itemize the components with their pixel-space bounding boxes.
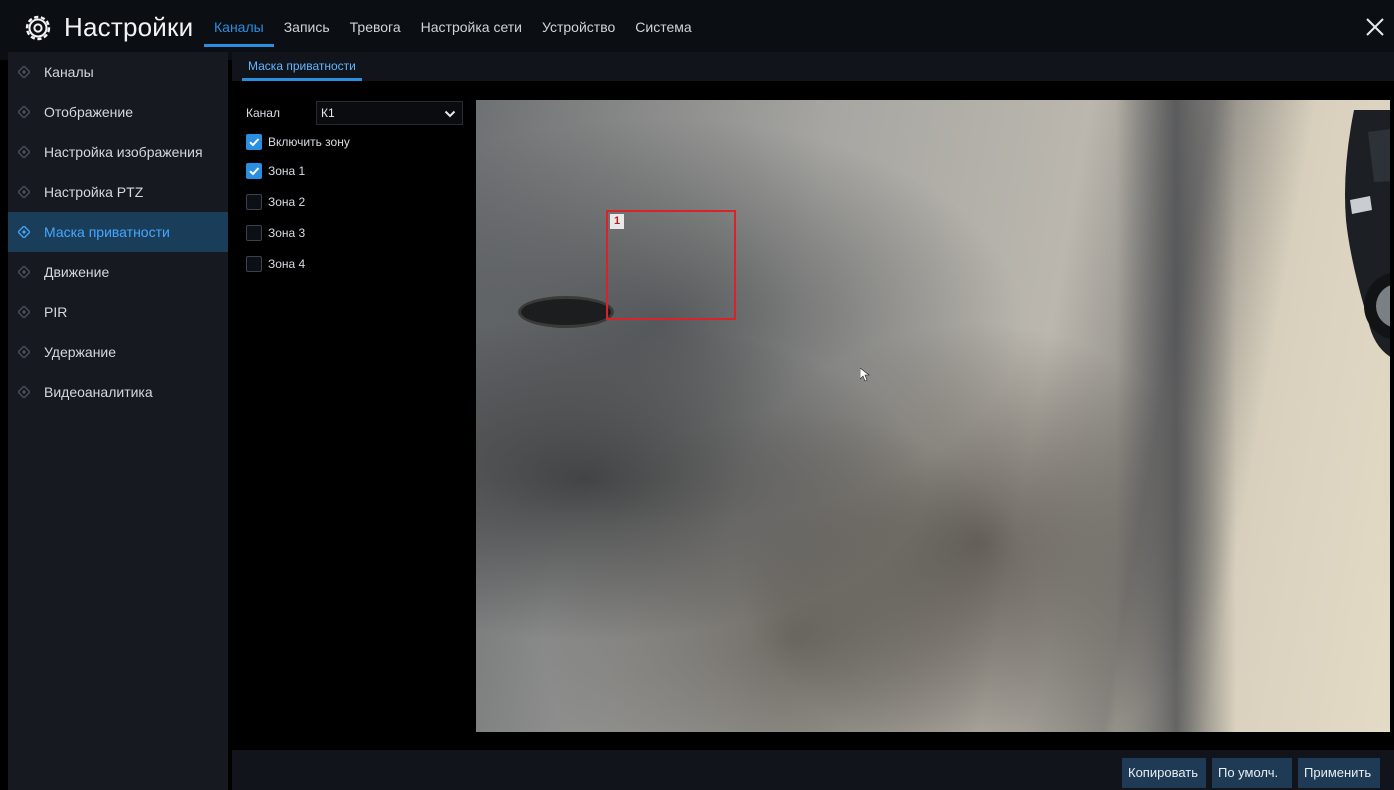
tab-privacy-mask[interactable]: Маска приватности [242,52,362,81]
sidebar-item-label: Отображение [44,104,134,120]
checkbox-label: Зона 3 [268,225,306,240]
checkbox-unchecked-icon [246,193,262,210]
diamond-icon [18,226,30,238]
channel-select[interactable]: К1 [316,101,463,125]
main-tabs: Каналы Запись Тревога Настройка сети Уст… [204,0,702,47]
mask-form: Канал К1 Включить зону Зона 1 Зона 2 Зон… [246,100,466,279]
sidebar-item-motion[interactable]: Движение [8,252,228,292]
zone-4-checkbox[interactable]: Зона 4 [246,248,466,279]
tab-channels[interactable]: Каналы [204,0,274,47]
checkbox-checked-icon [246,162,262,179]
chevron-down-icon [444,110,456,118]
sidebar-item-display[interactable]: Отображение [8,92,228,132]
sidebar-item-privacy-mask[interactable]: Маска приватности [8,212,228,252]
footer-bar: Копировать По умолч. Применить [232,750,1394,790]
privacy-zone-1[interactable]: 1 [606,210,736,320]
sidebar-item-channels[interactable]: Каналы [8,52,228,92]
sidebar: Каналы Отображение Настройка изображения… [8,52,228,790]
checkbox-checked-icon [246,133,262,150]
main-panel: Маска приватности Канал К1 Включить зону… [232,52,1394,790]
sidebar-item-label: Каналы [44,64,94,80]
tab-system[interactable]: Система [625,0,701,46]
enable-zone-checkbox[interactable]: Включить зону [246,128,466,155]
diamond-icon [18,306,30,318]
mouse-cursor-icon [860,368,870,382]
checkbox-unchecked-icon [246,224,262,241]
checkbox-label: Включить зону [268,134,350,149]
sidebar-item-label: Настройка PTZ [44,184,144,200]
channel-row: Канал К1 [246,100,466,126]
checkbox-label: Зона 1 [268,163,306,178]
brand: Настройки [24,12,193,43]
zone-3-checkbox[interactable]: Зона 3 [246,217,466,248]
sidebar-item-label: Видеоаналитика [44,384,153,400]
tab-network[interactable]: Настройка сети [411,0,532,46]
diamond-icon [18,106,30,118]
camera-preview[interactable]: 1 [476,100,1390,732]
sidebar-item-video-analytics[interactable]: Видеоаналитика [8,372,228,412]
channel-select-value: К1 [321,106,335,120]
diamond-icon [18,386,30,398]
default-button[interactable]: По умолч. [1212,758,1292,788]
sidebar-item-image-settings[interactable]: Настройка изображения [8,132,228,172]
top-bar: Настройки Каналы Запись Тревога Настройк… [0,0,1394,60]
sidebar-item-label: PIR [44,304,68,320]
tab-alarm[interactable]: Тревога [340,0,411,46]
diamond-icon [18,66,30,78]
diamond-icon [18,266,30,278]
zone-1-checkbox[interactable]: Зона 1 [246,155,466,186]
sidebar-item-label: Движение [44,264,110,280]
zone-2-checkbox[interactable]: Зона 2 [246,186,466,217]
diamond-icon [18,146,30,158]
zone-number-badge: 1 [610,214,624,229]
shadow-band [1116,100,1236,732]
sidebar-item-label: Маска приватности [44,224,170,240]
sidebar-item-hold[interactable]: Удержание [8,332,228,372]
tab-record[interactable]: Запись [274,0,340,46]
checkbox-label: Зона 2 [268,194,306,209]
sidebar-item-pir[interactable]: PIR [8,292,228,332]
manhole-cover [518,296,614,328]
checkbox-unchecked-icon [246,255,262,272]
sidebar-item-label: Настройка изображения [44,144,203,160]
copy-button[interactable]: Копировать [1122,758,1206,788]
close-icon[interactable] [1362,14,1388,40]
diamond-icon [18,346,30,358]
gear-icon [25,15,51,40]
apply-button[interactable]: Применить [1298,758,1380,788]
page-title: Настройки [64,12,194,42]
sidebar-item-ptz[interactable]: Настройка PTZ [8,172,228,212]
sub-tabs: Маска приватности [232,52,1394,81]
diamond-icon [18,186,30,198]
tab-device[interactable]: Устройство [532,0,625,46]
car-image [1345,110,1390,357]
sidebar-item-label: Удержание [44,344,117,360]
checkbox-label: Зона 4 [268,256,306,271]
channel-label: Канал [246,106,280,120]
